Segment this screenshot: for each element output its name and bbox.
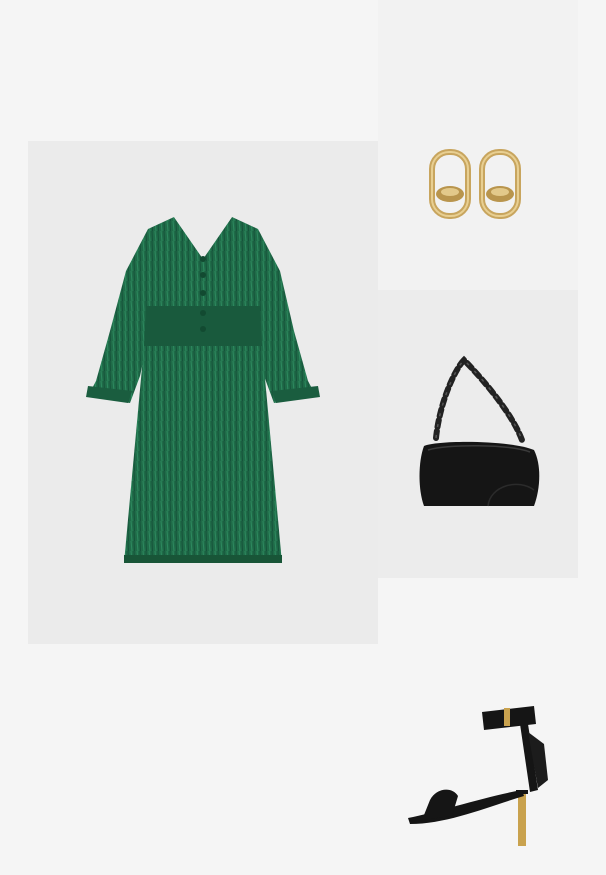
earrings-tile[interactable] <box>378 0 578 290</box>
sandal-icon <box>408 706 548 846</box>
earrings-icon <box>429 149 521 219</box>
dress-icon <box>86 215 320 563</box>
sandal-tile[interactable] <box>378 640 606 875</box>
bag-tile[interactable] <box>378 290 578 578</box>
handbag-icon <box>419 355 540 507</box>
dress-tile[interactable] <box>28 141 378 644</box>
